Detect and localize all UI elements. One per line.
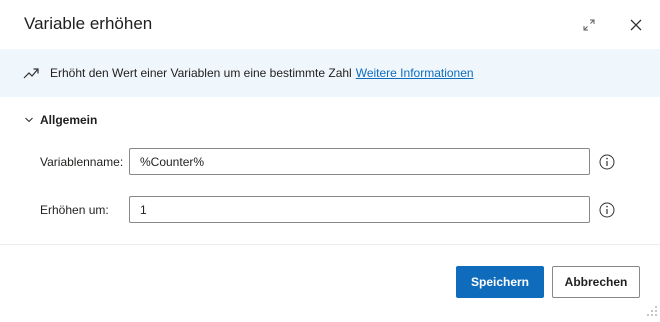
banner-description: Erhöht den Wert einer Variablen um eine …: [50, 66, 352, 80]
resize-grip-icon[interactable]: [646, 304, 658, 316]
dialog-title: Variable erhöhen: [24, 14, 153, 33]
trending-up-icon: [23, 66, 41, 80]
save-button[interactable]: Speichern: [456, 266, 544, 298]
increment-label: Erhöhen um:: [40, 203, 109, 217]
variable-name-input[interactable]: [129, 148, 590, 175]
cancel-button[interactable]: Abbrechen: [552, 266, 640, 298]
chevron-down-icon: [24, 114, 36, 126]
variable-name-label: Variablenname:: [40, 155, 124, 169]
section-general-toggle[interactable]: Allgemein: [24, 113, 97, 127]
increment-info-icon[interactable]: [599, 202, 615, 218]
close-button[interactable]: [624, 13, 648, 37]
close-icon: [630, 19, 642, 31]
increment-input[interactable]: [129, 196, 590, 223]
footer-divider: [0, 244, 660, 245]
expand-button[interactable]: [578, 14, 600, 36]
more-info-link[interactable]: Weitere Informationen: [356, 66, 474, 80]
section-general-label: Allgemein: [40, 113, 98, 127]
info-banner: Erhöht den Wert einer Variablen um eine …: [0, 49, 660, 97]
expand-icon: [583, 19, 595, 31]
variable-name-info-icon[interactable]: [599, 154, 615, 170]
